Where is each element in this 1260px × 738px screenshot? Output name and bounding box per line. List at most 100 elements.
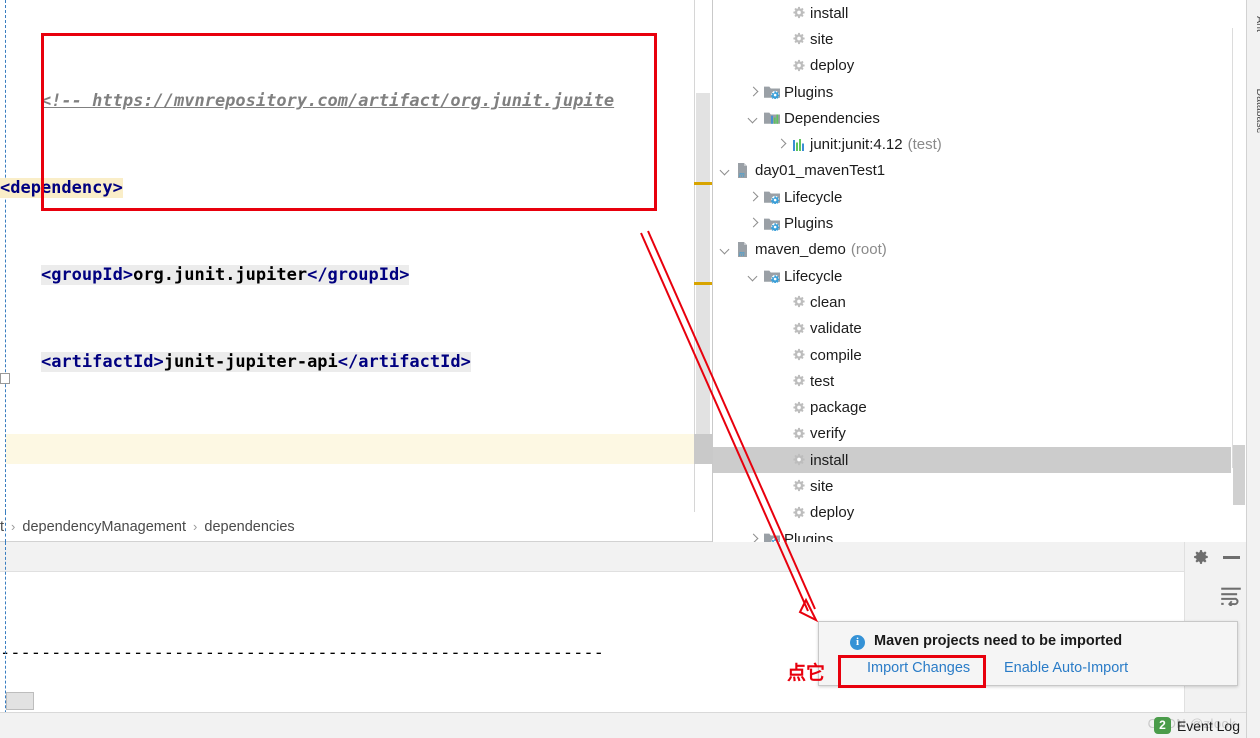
gear-icon[interactable] xyxy=(1192,549,1210,567)
maven-tree-row[interactable]: site xyxy=(713,26,1233,52)
editor-scrollbar-caret-marker xyxy=(694,434,712,464)
maven-scrollbar-track[interactable] xyxy=(1232,28,1245,468)
maven-tree-label: Plugins xyxy=(784,83,834,101)
maven-tree-row[interactable]: install xyxy=(713,0,1233,26)
info-icon: i xyxy=(850,635,865,650)
gear-icon xyxy=(792,506,806,520)
code-line-groupid-1: <groupId>org.junit.jupiter</groupId> xyxy=(40,265,410,285)
vertical-tab-database[interactable]: Database xyxy=(1254,81,1260,141)
breadcrumb-item-0[interactable]: t xyxy=(0,519,4,535)
chevron-right-icon[interactable] xyxy=(747,191,760,204)
maven-tree-row[interactable]: deploy xyxy=(713,500,1233,526)
maven-tree-row[interactable]: validate xyxy=(713,316,1233,342)
maven-tree-label: maven_demo xyxy=(755,241,846,259)
chevron-down-icon[interactable] xyxy=(719,164,732,177)
editor-warning-marker-2[interactable] xyxy=(694,282,712,285)
maven-tree-label: site xyxy=(810,477,834,495)
vertical-tab-ant[interactable]: Ant xyxy=(1254,0,1260,54)
maven-tree-sublabel: (root) xyxy=(850,241,887,259)
maven-tree-row[interactable]: compile xyxy=(713,342,1233,368)
maven-tree-sublabel: (test) xyxy=(907,136,942,154)
maven-tree-row[interactable]: Dependencies xyxy=(713,105,1233,131)
chevron-down-icon[interactable] xyxy=(747,112,760,125)
maven-scrollbar-thumb[interactable] xyxy=(1233,445,1245,505)
maven-tree-row[interactable]: verify xyxy=(713,421,1233,447)
maven-tree-label: test xyxy=(810,372,835,390)
gear-icon xyxy=(792,348,806,362)
gear-icon xyxy=(792,401,806,415)
maven-tree-row[interactable]: junit:junit:4.12 (test) xyxy=(713,131,1233,157)
gear-icon xyxy=(792,374,806,388)
maven-tree-row[interactable]: m day01_mavenTest1 xyxy=(713,158,1233,184)
maven-tree-label: junit:junit:4.12 xyxy=(810,136,903,154)
editor-warning-marker-1[interactable] xyxy=(694,182,712,185)
maven-tree-label: install xyxy=(810,4,849,22)
minimize-icon[interactable] xyxy=(1223,556,1240,559)
enable-auto-import-link[interactable]: Enable Auto-Import xyxy=(1004,660,1128,676)
annotation-box-first-dependency xyxy=(41,33,657,211)
maven-tree-label: validate xyxy=(810,320,862,338)
chevron-down-icon[interactable] xyxy=(719,243,732,256)
lifecycle-folder-icon xyxy=(764,269,780,284)
maven-tree-label: package xyxy=(810,399,867,417)
maven-tree-row[interactable]: package xyxy=(713,394,1233,420)
console-line-0: ----------------------------------------… xyxy=(0,643,604,663)
maven-tree-label: day01_mavenTest1 xyxy=(755,162,886,180)
right-tool-window-tabs[interactable]: Ant Database xyxy=(1246,0,1260,738)
chevron-right-icon[interactable] xyxy=(747,217,760,230)
event-log-label: Event Log xyxy=(1176,717,1240,734)
notification-title: Maven projects need to be imported xyxy=(874,633,1123,649)
chevron-right-icon[interactable] xyxy=(747,86,760,99)
maven-tree-row[interactable]: Plugins xyxy=(713,79,1233,105)
code-content-tail[interactable]: </dependencies> xyxy=(0,464,700,512)
maven-tree-row[interactable]: m maven_demo (root) xyxy=(713,237,1233,263)
maven-tree-row[interactable]: Plugins xyxy=(713,210,1233,236)
maven-tree-label: install xyxy=(810,451,849,469)
maven-tree-row[interactable]: clean xyxy=(713,289,1233,315)
editor-scrollbar-thumb[interactable] xyxy=(696,93,710,439)
ide-window: <!-- https://mvnrepository.com/artifact/… xyxy=(0,0,1260,738)
event-log-button[interactable]: 2 Event Log xyxy=(1153,717,1240,734)
maven-module-icon: m xyxy=(736,163,751,179)
chevron-down-icon[interactable] xyxy=(747,270,760,283)
gear-icon xyxy=(792,32,806,46)
maven-tree-row[interactable]: deploy xyxy=(713,53,1233,79)
soft-wrap-icon[interactable] xyxy=(1220,584,1242,608)
maven-tree-label: deploy xyxy=(810,57,855,75)
maven-tree-row[interactable]: Lifecycle xyxy=(713,263,1233,289)
maven-tree-label: deploy xyxy=(810,504,855,522)
breadcrumb-item-1[interactable]: dependencyManagement xyxy=(22,519,186,535)
svg-text:m: m xyxy=(739,170,745,178)
annotation-box-import-changes xyxy=(838,655,986,688)
maven-tree-label: verify xyxy=(810,425,846,443)
gear-icon xyxy=(792,322,806,336)
maven-tree-label: Lifecycle xyxy=(784,267,843,285)
gear-icon xyxy=(792,479,806,493)
maven-tree-row[interactable]: Lifecycle xyxy=(713,184,1233,210)
chevron-right-icon: › xyxy=(11,519,16,534)
maven-tree-row[interactable]: test xyxy=(713,368,1233,394)
breadcrumb-item-2[interactable]: dependencies xyxy=(204,519,294,535)
run-console[interactable]: ----------------------------------------… xyxy=(0,542,712,738)
maven-tree-label: compile xyxy=(810,346,862,364)
code-editor[interactable]: <!-- https://mvnrepository.com/artifact/… xyxy=(0,0,712,512)
maven-project-tree[interactable]: install site deploy Plugins Dependencies juni… xyxy=(713,0,1233,552)
console-top-toolbar xyxy=(712,542,1246,572)
dependency-bars-icon xyxy=(792,138,806,152)
chevron-right-icon[interactable] xyxy=(775,138,788,151)
maven-tree-row[interactable]: site xyxy=(713,473,1233,499)
code-fold-marker[interactable] xyxy=(0,373,10,384)
breadcrumb-left-guide xyxy=(5,512,6,542)
maven-tree-row[interactable]: install xyxy=(713,447,1233,474)
breadcrumb[interactable]: t › dependencyManagement › dependencies xyxy=(0,512,712,542)
plugins-folder-icon xyxy=(764,217,780,231)
annotation-chinese-note: 点它 xyxy=(787,662,826,684)
gear-icon xyxy=(792,295,806,309)
maven-tool-window[interactable]: install site deploy Plugins Dependencies juni… xyxy=(712,0,1248,548)
